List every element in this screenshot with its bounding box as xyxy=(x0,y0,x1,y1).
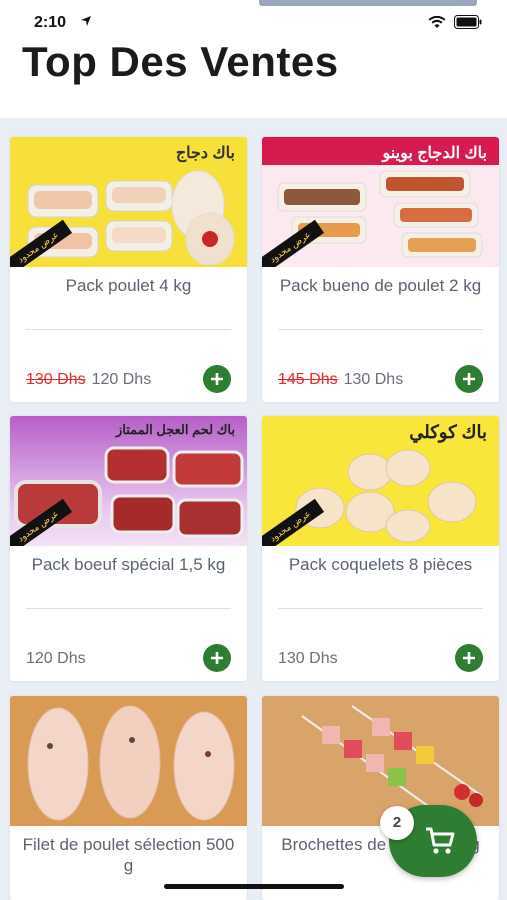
price-row: 120 Dhs xyxy=(26,650,86,668)
wifi-icon xyxy=(428,16,446,28)
product-name: Pack boeuf spécial 1,5 kg xyxy=(31,555,226,574)
add-to-cart-button[interactable] xyxy=(203,644,231,672)
plus-icon xyxy=(211,373,223,385)
top-handle xyxy=(259,0,477,6)
add-to-cart-button[interactable] xyxy=(203,365,231,393)
page-title: Top Des Ventes xyxy=(22,38,339,85)
product-banner: باك لحم العجل الممتاز xyxy=(10,416,247,446)
home-indicator[interactable] xyxy=(164,884,344,889)
product-card[interactable]: باك دجاج عرض محدود Pack poulet 4 kg 130 … xyxy=(10,137,247,402)
product-name: Pack poulet 4 kg xyxy=(65,276,192,295)
cart-count-badge: 2 xyxy=(380,806,414,840)
divider xyxy=(278,329,483,330)
price-row: 145 Dhs 130 Dhs xyxy=(278,371,403,389)
product-banner: باك الدجاج بوينو xyxy=(262,137,499,167)
product-image: باك الدجاج بوينو عرض محدود xyxy=(262,137,499,267)
price: 120 Dhs xyxy=(26,650,86,667)
divider xyxy=(278,608,483,609)
price: 130 Dhs xyxy=(278,650,338,667)
product-card[interactable]: باك الدجاج بوينو عرض محدود Pack bueno de… xyxy=(262,137,499,402)
plus-icon xyxy=(463,373,475,385)
old-price: 145 Dhs xyxy=(278,371,338,388)
price: 130 Dhs xyxy=(343,371,404,388)
old-price: 130 Dhs xyxy=(26,371,86,388)
price: 120 Dhs xyxy=(91,371,152,388)
banner-text: باك كوكلي xyxy=(409,422,487,442)
battery-icon xyxy=(454,15,482,29)
banner-text: باك لحم العجل الممتاز xyxy=(116,422,235,437)
banner-text: باك الدجاج بوينو xyxy=(382,145,487,162)
product-card[interactable]: Filet de poulet sélection 500 g xyxy=(10,696,247,900)
cart-icon xyxy=(426,827,455,854)
product-card[interactable]: باك لحم العجل الممتاز عرض محدود Pack boe… xyxy=(10,416,247,681)
product-card[interactable]: باك كوكلي عرض محدود Pack coquelets 8 piè… xyxy=(262,416,499,681)
status-time: 2:10 xyxy=(34,14,67,31)
location-arrow-icon xyxy=(81,16,91,26)
product-image: باك لحم العجل الممتاز عرض محدود xyxy=(10,416,247,546)
product-banner: باك دجاج xyxy=(10,137,247,167)
product-image xyxy=(262,696,499,826)
product-name: Filet de poulet sélection 500 g xyxy=(22,835,235,875)
divider xyxy=(26,608,231,609)
product-image: باك دجاج عرض محدود xyxy=(10,137,247,267)
plus-icon xyxy=(211,652,223,664)
product-image: باك كوكلي عرض محدود xyxy=(262,416,499,546)
add-to-cart-button[interactable] xyxy=(455,365,483,393)
product-banner: باك كوكلي xyxy=(262,416,499,446)
price-row: 130 Dhs xyxy=(278,650,338,668)
banner-text: باك دجاج xyxy=(175,145,235,162)
product-card[interactable]: Brochettes de dinde 200 g xyxy=(262,696,499,900)
price-row: 130 Dhs 120 Dhs xyxy=(26,371,151,389)
add-to-cart-button[interactable] xyxy=(455,644,483,672)
divider xyxy=(26,329,231,330)
product-name: Pack coquelets 8 pièces xyxy=(288,555,473,574)
product-image xyxy=(10,696,247,826)
product-name: Pack bueno de poulet 2 kg xyxy=(279,276,482,295)
plus-icon xyxy=(463,652,475,664)
